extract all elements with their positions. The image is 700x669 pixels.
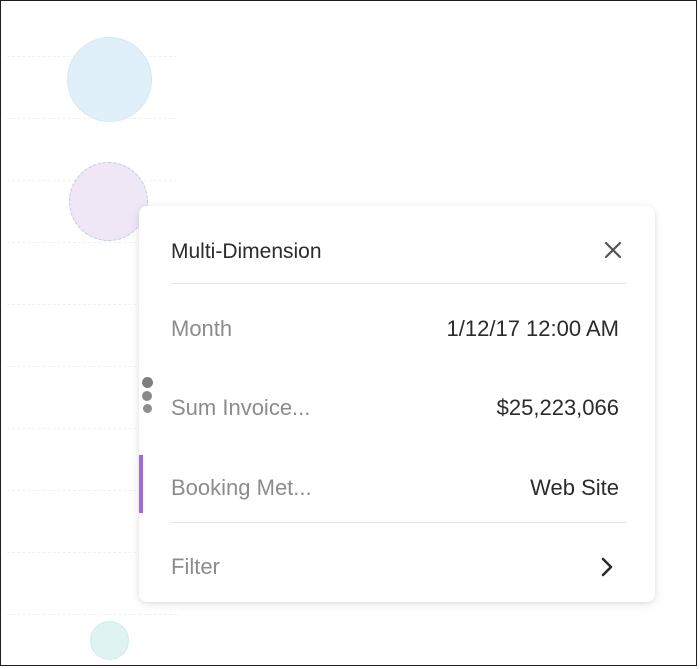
row-value: Web Site (530, 475, 619, 500)
divider (171, 522, 626, 523)
series-color-marker (139, 455, 143, 513)
filter-label: Filter (171, 554, 220, 579)
data-bubble-selected[interactable] (69, 162, 148, 241)
tooltip-popup: Multi-Dimension Month 1/12/17 12:00 AM S… (139, 206, 655, 602)
tooltip-title: Multi-Dimension (171, 240, 322, 263)
row-value: 1/12/17 12:00 AM (446, 316, 619, 341)
tooltip-row-month: Month 1/12/17 12:00 AM (171, 308, 619, 348)
row-label: Booking Met... (171, 475, 312, 500)
data-bubble[interactable] (67, 37, 152, 122)
grid-line (7, 614, 177, 615)
tooltip-row-booking-method: Booking Met... Web Site (171, 467, 619, 507)
filter-button[interactable]: Filter (171, 546, 619, 586)
tooltip-header: Multi-Dimension (171, 232, 626, 284)
row-label: Month (171, 316, 233, 341)
close-icon[interactable] (600, 237, 626, 263)
row-label: Sum Invoice... (171, 395, 311, 420)
row-value: $25,223,066 (496, 395, 619, 420)
chevron-right-icon (595, 554, 619, 580)
data-bubble[interactable] (90, 621, 129, 660)
drag-handle-icon[interactable] (142, 377, 153, 417)
tooltip-row-sum-invoice: Sum Invoice... $25,223,066 (171, 387, 619, 427)
